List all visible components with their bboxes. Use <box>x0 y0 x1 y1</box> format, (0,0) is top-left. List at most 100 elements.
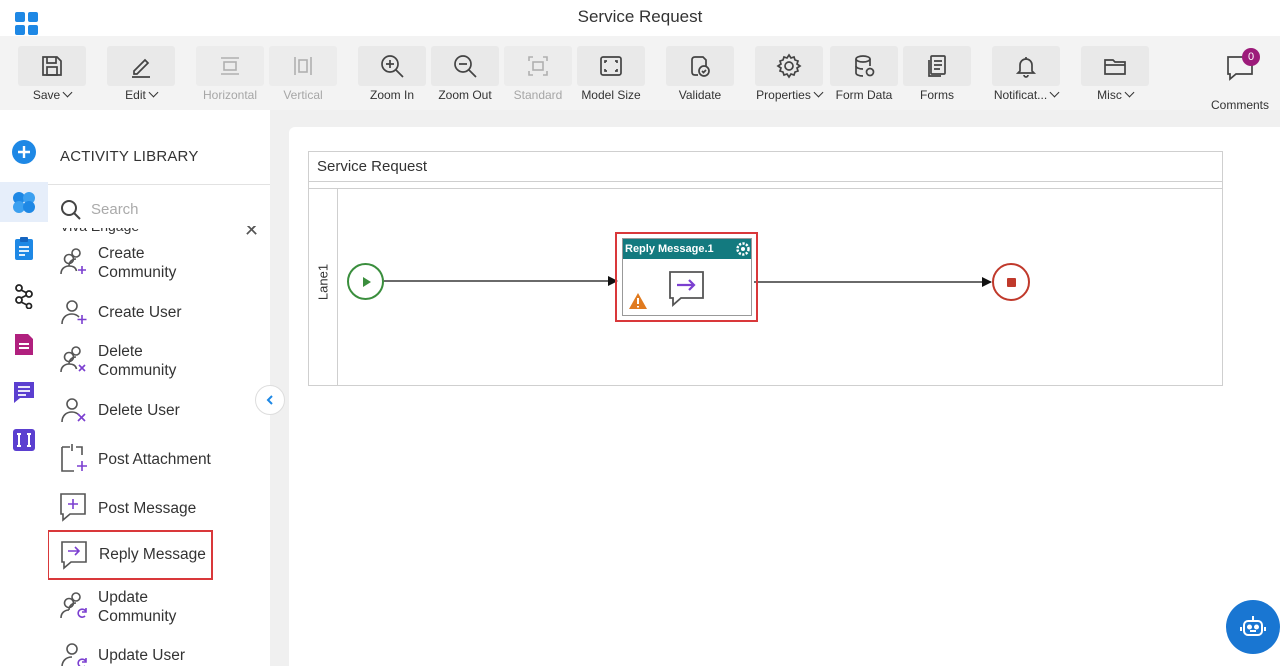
add-button[interactable] <box>8 136 40 168</box>
user-refresh-icon <box>60 592 87 619</box>
comments-button[interactable]: 0 Comments <box>1204 46 1276 112</box>
app-title: Service Request <box>577 7 703 26</box>
chatbot-button[interactable] <box>1226 600 1280 654</box>
standard-size-icon <box>528 56 548 76</box>
lane-header[interactable]: Lane1 <box>309 189 338 385</box>
play-icon <box>362 276 371 287</box>
zoom-out-icon <box>454 55 477 78</box>
folder-icon <box>1104 59 1126 75</box>
chevron-down-icon <box>813 87 824 98</box>
library-item-label: Delete User <box>98 402 180 419</box>
library-item-update-community[interactable]: Update Community <box>48 584 270 628</box>
forms-nav[interactable] <box>8 328 40 360</box>
library-item-label: Delete Community <box>98 343 177 379</box>
zoom-out-button[interactable]: Zoom Out <box>431 46 499 106</box>
pencil-icon <box>132 58 150 78</box>
library-item-create-community[interactable]: Create Community <box>48 240 270 284</box>
properties-button[interactable]: Properties <box>755 46 824 106</box>
lane-label: Lane1 <box>315 263 331 301</box>
forms-label: Forms <box>920 88 954 102</box>
text-field-nav[interactable] <box>8 424 40 456</box>
chevron-down-icon <box>62 87 73 98</box>
end-event[interactable] <box>992 263 1030 301</box>
forms-icon <box>928 55 946 77</box>
library-item-reply-message[interactable]: Reply Message <box>48 530 213 580</box>
misc-label: Misc <box>1097 88 1122 102</box>
misc-button[interactable]: Misc <box>1081 46 1149 106</box>
gear-icon[interactable] <box>736 242 750 256</box>
chevron-down-icon <box>1124 87 1135 98</box>
zoom-in-icon <box>381 55 404 78</box>
fit-screen-icon <box>600 56 622 76</box>
library-item-delete-user[interactable]: Delete User <box>48 388 270 432</box>
model-size-label: Model Size <box>581 88 641 102</box>
chevron-down-icon <box>148 87 159 98</box>
save-button[interactable]: Save <box>18 46 86 106</box>
activity-library-nav[interactable] <box>0 182 48 222</box>
zoom-in-button[interactable]: Zoom In <box>358 46 426 106</box>
library-item-create-user[interactable]: Create User <box>48 290 270 334</box>
user-delete-icon <box>61 398 86 423</box>
horizontal-label: Horizontal <box>202 88 258 102</box>
vertical-button[interactable]: Vertical <box>269 46 337 106</box>
document-icon <box>15 334 33 355</box>
left-rail <box>0 110 48 666</box>
text-cursor-icon <box>13 429 35 451</box>
vertical-label: Vertical <box>283 88 323 102</box>
search-icon <box>61 200 81 220</box>
standard-button[interactable]: Standard <box>504 46 572 106</box>
chevron-left-icon <box>266 395 273 405</box>
reply-message-icon <box>669 271 704 307</box>
edit-label: Edit <box>125 88 146 102</box>
model-size-button[interactable]: Model Size <box>577 46 645 106</box>
standard-label: Standard <box>513 88 563 102</box>
warning-icon <box>629 293 647 309</box>
activity-library-panel: ACTIVITY LIBRARY Search Viva Engage ✕ Cr… <box>48 128 270 666</box>
pool-title: Service Request <box>309 152 1222 182</box>
library-item-delete-community[interactable]: Delete Community <box>48 338 270 382</box>
notifications-label: Notificat... <box>993 88 1048 102</box>
user-plus-icon <box>60 248 86 275</box>
library-item-label: Reply Message <box>99 546 206 563</box>
pool[interactable]: Service Request Lane1 <box>308 151 1223 386</box>
validate-button[interactable]: Validate <box>666 46 734 106</box>
library-item-label: Post Message <box>98 500 197 517</box>
library-item-label: Create Community <box>98 245 177 281</box>
library-item-post-attachment[interactable]: Post Attachment <box>48 437 270 481</box>
integration-nav[interactable] <box>8 280 40 312</box>
edit-button[interactable]: Edit <box>107 46 175 106</box>
user-delete-icon <box>60 346 86 373</box>
chevron-down-icon <box>1049 87 1060 98</box>
search-placeholder: Search <box>91 201 139 218</box>
library-search-input[interactable]: Search <box>48 184 270 228</box>
horizontal-button[interactable]: Horizontal <box>196 46 264 106</box>
library-item-label: Post Attachment <box>98 451 211 468</box>
validate-icon <box>691 56 710 77</box>
zoom-out-label: Zoom Out <box>438 88 492 102</box>
forms-button[interactable]: Forms <box>903 46 971 106</box>
library-title: ACTIVITY LIBRARY <box>60 148 199 165</box>
save-icon <box>42 56 62 76</box>
properties-label: Properties <box>756 88 811 102</box>
task-nav[interactable] <box>8 232 40 264</box>
app-header: Service Request <box>0 0 1280 36</box>
stop-icon <box>1006 277 1016 287</box>
robot-icon <box>1240 616 1266 636</box>
notifications-button[interactable]: Notificat... <box>992 46 1060 106</box>
library-item-post-message[interactable]: Post Message <box>48 486 270 530</box>
horizontal-layout-icon <box>221 57 239 75</box>
library-item-update-user[interactable]: Update User <box>48 633 270 666</box>
toolbar: Save Edit Horizontal Vertical Zoom In Zo… <box>0 36 1280 112</box>
activity-title: Reply Message.1 <box>623 239 751 259</box>
form-data-button[interactable]: Form Data <box>830 46 898 106</box>
vertical-layout-icon <box>294 57 312 75</box>
library-item-label: Create User <box>98 304 182 321</box>
start-event[interactable] <box>347 263 384 300</box>
collapse-panel-button[interactable] <box>255 385 285 415</box>
library-item-label: Update Community <box>98 589 177 625</box>
messages-nav[interactable] <box>8 376 40 408</box>
comments-count-badge: 0 <box>1242 48 1260 66</box>
user-plus-icon <box>61 300 87 325</box>
zoom-in-label: Zoom In <box>369 88 414 102</box>
reply-message-activity[interactable]: Reply Message.1 <box>622 238 752 316</box>
